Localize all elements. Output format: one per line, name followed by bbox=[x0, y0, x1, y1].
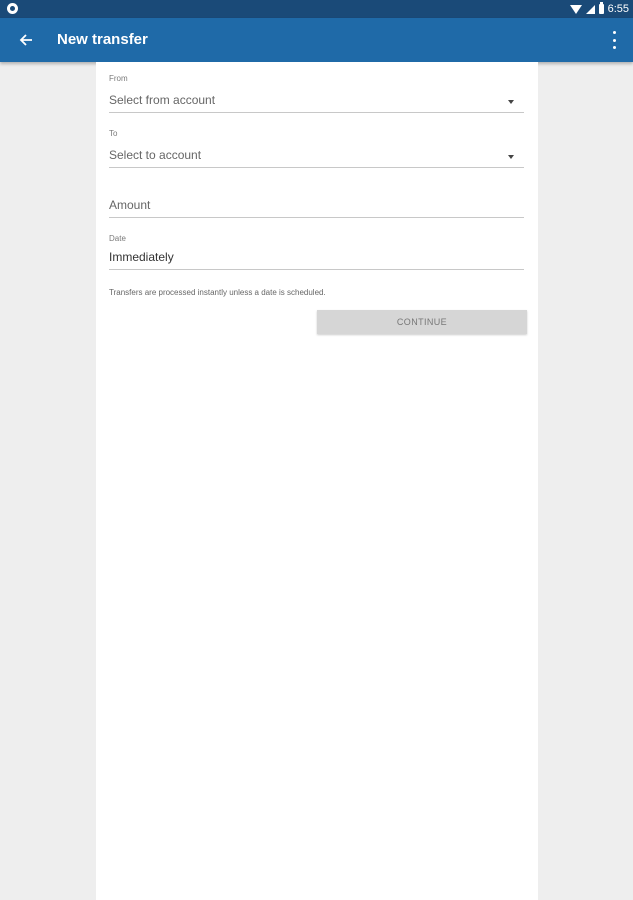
dropdown-arrow-icon bbox=[508, 100, 514, 104]
from-account-placeholder: Select from account bbox=[109, 93, 216, 107]
status-right-group: 6:55 bbox=[569, 0, 629, 18]
battery-icon bbox=[598, 2, 604, 14]
overflow-menu-icon[interactable] bbox=[609, 31, 619, 49]
helper-text: Transfers are processed instantly unless… bbox=[109, 288, 326, 297]
from-account-select[interactable]: Select from account bbox=[109, 90, 524, 113]
status-time: 6:55 bbox=[607, 3, 629, 15]
wifi-icon bbox=[569, 4, 582, 14]
page-title: New transfer bbox=[57, 31, 148, 48]
status-bar: 6:55 bbox=[0, 0, 633, 18]
to-account-placeholder: Select to account bbox=[109, 148, 202, 162]
continue-button[interactable]: CONTINUE bbox=[317, 310, 527, 334]
amount-placeholder: Amount bbox=[109, 198, 151, 212]
signal-icon bbox=[585, 4, 595, 14]
amount-input[interactable]: Amount bbox=[109, 195, 524, 218]
app-bar: New transfer bbox=[0, 18, 633, 62]
date-field[interactable]: Immediately bbox=[109, 247, 524, 270]
dropdown-arrow-icon bbox=[508, 155, 514, 159]
transfer-form-card: From Select from account To Select to ac… bbox=[96, 62, 538, 900]
status-dot-icon bbox=[7, 3, 18, 14]
from-label: From bbox=[109, 74, 128, 83]
date-label: Date bbox=[109, 234, 126, 243]
to-account-select[interactable]: Select to account bbox=[109, 145, 524, 168]
back-arrow-icon[interactable] bbox=[16, 30, 36, 50]
to-label: To bbox=[109, 129, 118, 138]
date-value: Immediately bbox=[109, 250, 174, 264]
